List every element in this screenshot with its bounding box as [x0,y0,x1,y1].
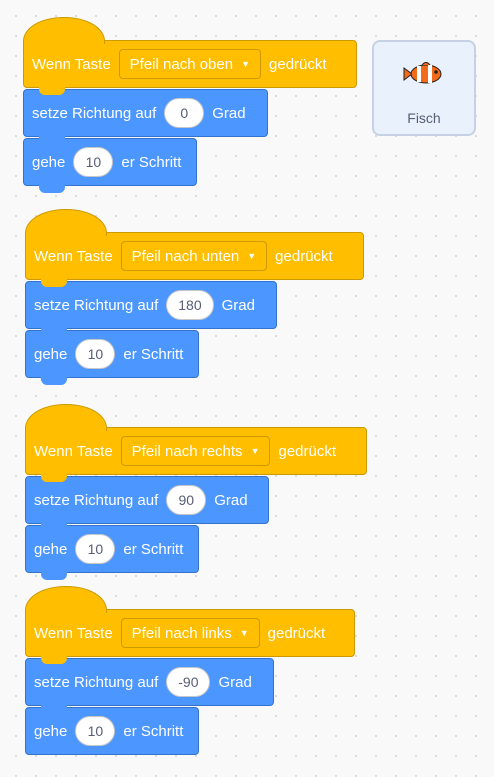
move-suffix: er Schritt [121,153,182,171]
hat-cap [25,404,107,431]
event-prefix: Wenn Taste [34,624,113,642]
key-dropdown[interactable]: Pfeil nach links ▼ [120,618,260,648]
steps-input[interactable]: 10 [75,716,116,746]
point-suffix: Grad [218,673,252,691]
move-suffix: er Schritt [123,540,184,558]
point-prefix: setze Richtung auf [34,673,159,691]
event-suffix: gedrückt [278,442,337,460]
when-key-pressed-block[interactable]: Wenn Taste Pfeil nach unten ▼ gedrückt [25,209,364,287]
move-steps-block[interactable]: gehe 10 er Schritt [23,138,197,193]
move-prefix: gehe [32,153,66,171]
point-in-direction-block[interactable]: setze Richtung auf 0 Grad [23,89,268,144]
move-steps-block[interactable]: gehe 10 er Schritt [25,525,199,580]
direction-input[interactable]: 0 [164,98,205,128]
point-suffix: Grad [212,104,246,122]
direction-input[interactable]: 90 [166,485,207,515]
block-tab [41,572,67,580]
key-dropdown[interactable]: Pfeil nach rechts ▼ [120,436,271,466]
move-steps-block[interactable]: gehe 10 er Schritt [25,707,199,755]
move-steps-block[interactable]: gehe 10 er Schritt [25,330,199,385]
point-in-direction-block[interactable]: setze Richtung auf 180 Grad [25,281,277,336]
sprite-name: Fisch [407,110,441,126]
clownfish-icon [403,62,442,84]
event-suffix: gedrückt [267,624,326,642]
event-suffix: gedrückt [275,247,333,265]
event-prefix: Wenn Taste [34,442,113,460]
key-dropdown-value: Pfeil nach unten [131,247,240,265]
when-key-pressed-block[interactable]: Wenn Taste Pfeil nach oben ▼ gedrückt [23,17,357,95]
hat-cap [25,209,107,236]
event-prefix: Wenn Taste [32,55,111,73]
steps-input[interactable]: 10 [75,534,116,564]
dropdown-arrow-icon: ▼ [239,628,249,638]
direction-input[interactable]: -90 [166,667,211,697]
dropdown-arrow-icon: ▼ [250,446,260,456]
key-dropdown[interactable]: Pfeil nach oben ▼ [118,49,262,79]
move-prefix: gehe [34,540,68,558]
point-in-direction-block[interactable]: setze Richtung auf 90 Grad [25,476,269,531]
when-key-pressed-block[interactable]: Wenn Taste Pfeil nach rechts ▼ gedrückt [25,404,367,482]
event-suffix: gedrückt [269,55,327,73]
when-key-pressed-block[interactable]: Wenn Taste Pfeil nach links ▼ gedrückt [25,586,355,664]
hat-cap [25,586,107,613]
key-dropdown[interactable]: Pfeil nach unten ▼ [120,241,268,271]
dropdown-arrow-icon: ▼ [241,59,251,69]
direction-input[interactable]: 180 [166,290,214,320]
block-tab [39,185,65,193]
key-dropdown-value: Pfeil nach oben [129,55,234,73]
steps-input[interactable]: 10 [75,339,116,369]
move-prefix: gehe [34,345,68,363]
point-prefix: setze Richtung auf [34,296,159,314]
key-dropdown-value: Pfeil nach links [131,624,232,642]
steps-input[interactable]: 10 [73,147,114,177]
point-prefix: setze Richtung auf [34,491,159,509]
point-suffix: Grad [221,296,255,314]
block-tab [41,377,67,385]
point-prefix: setze Richtung auf [32,104,157,122]
point-suffix: Grad [214,491,248,509]
dropdown-arrow-icon: ▼ [247,251,257,261]
key-dropdown-value: Pfeil nach rechts [131,442,243,460]
hat-cap [23,17,105,44]
move-suffix: er Schritt [123,345,184,363]
move-suffix: er Schritt [123,722,184,740]
sprite-card[interactable]: Fisch [372,40,476,136]
point-in-direction-block[interactable]: setze Richtung auf -90 Grad [25,658,274,713]
move-prefix: gehe [34,722,68,740]
event-prefix: Wenn Taste [34,247,113,265]
